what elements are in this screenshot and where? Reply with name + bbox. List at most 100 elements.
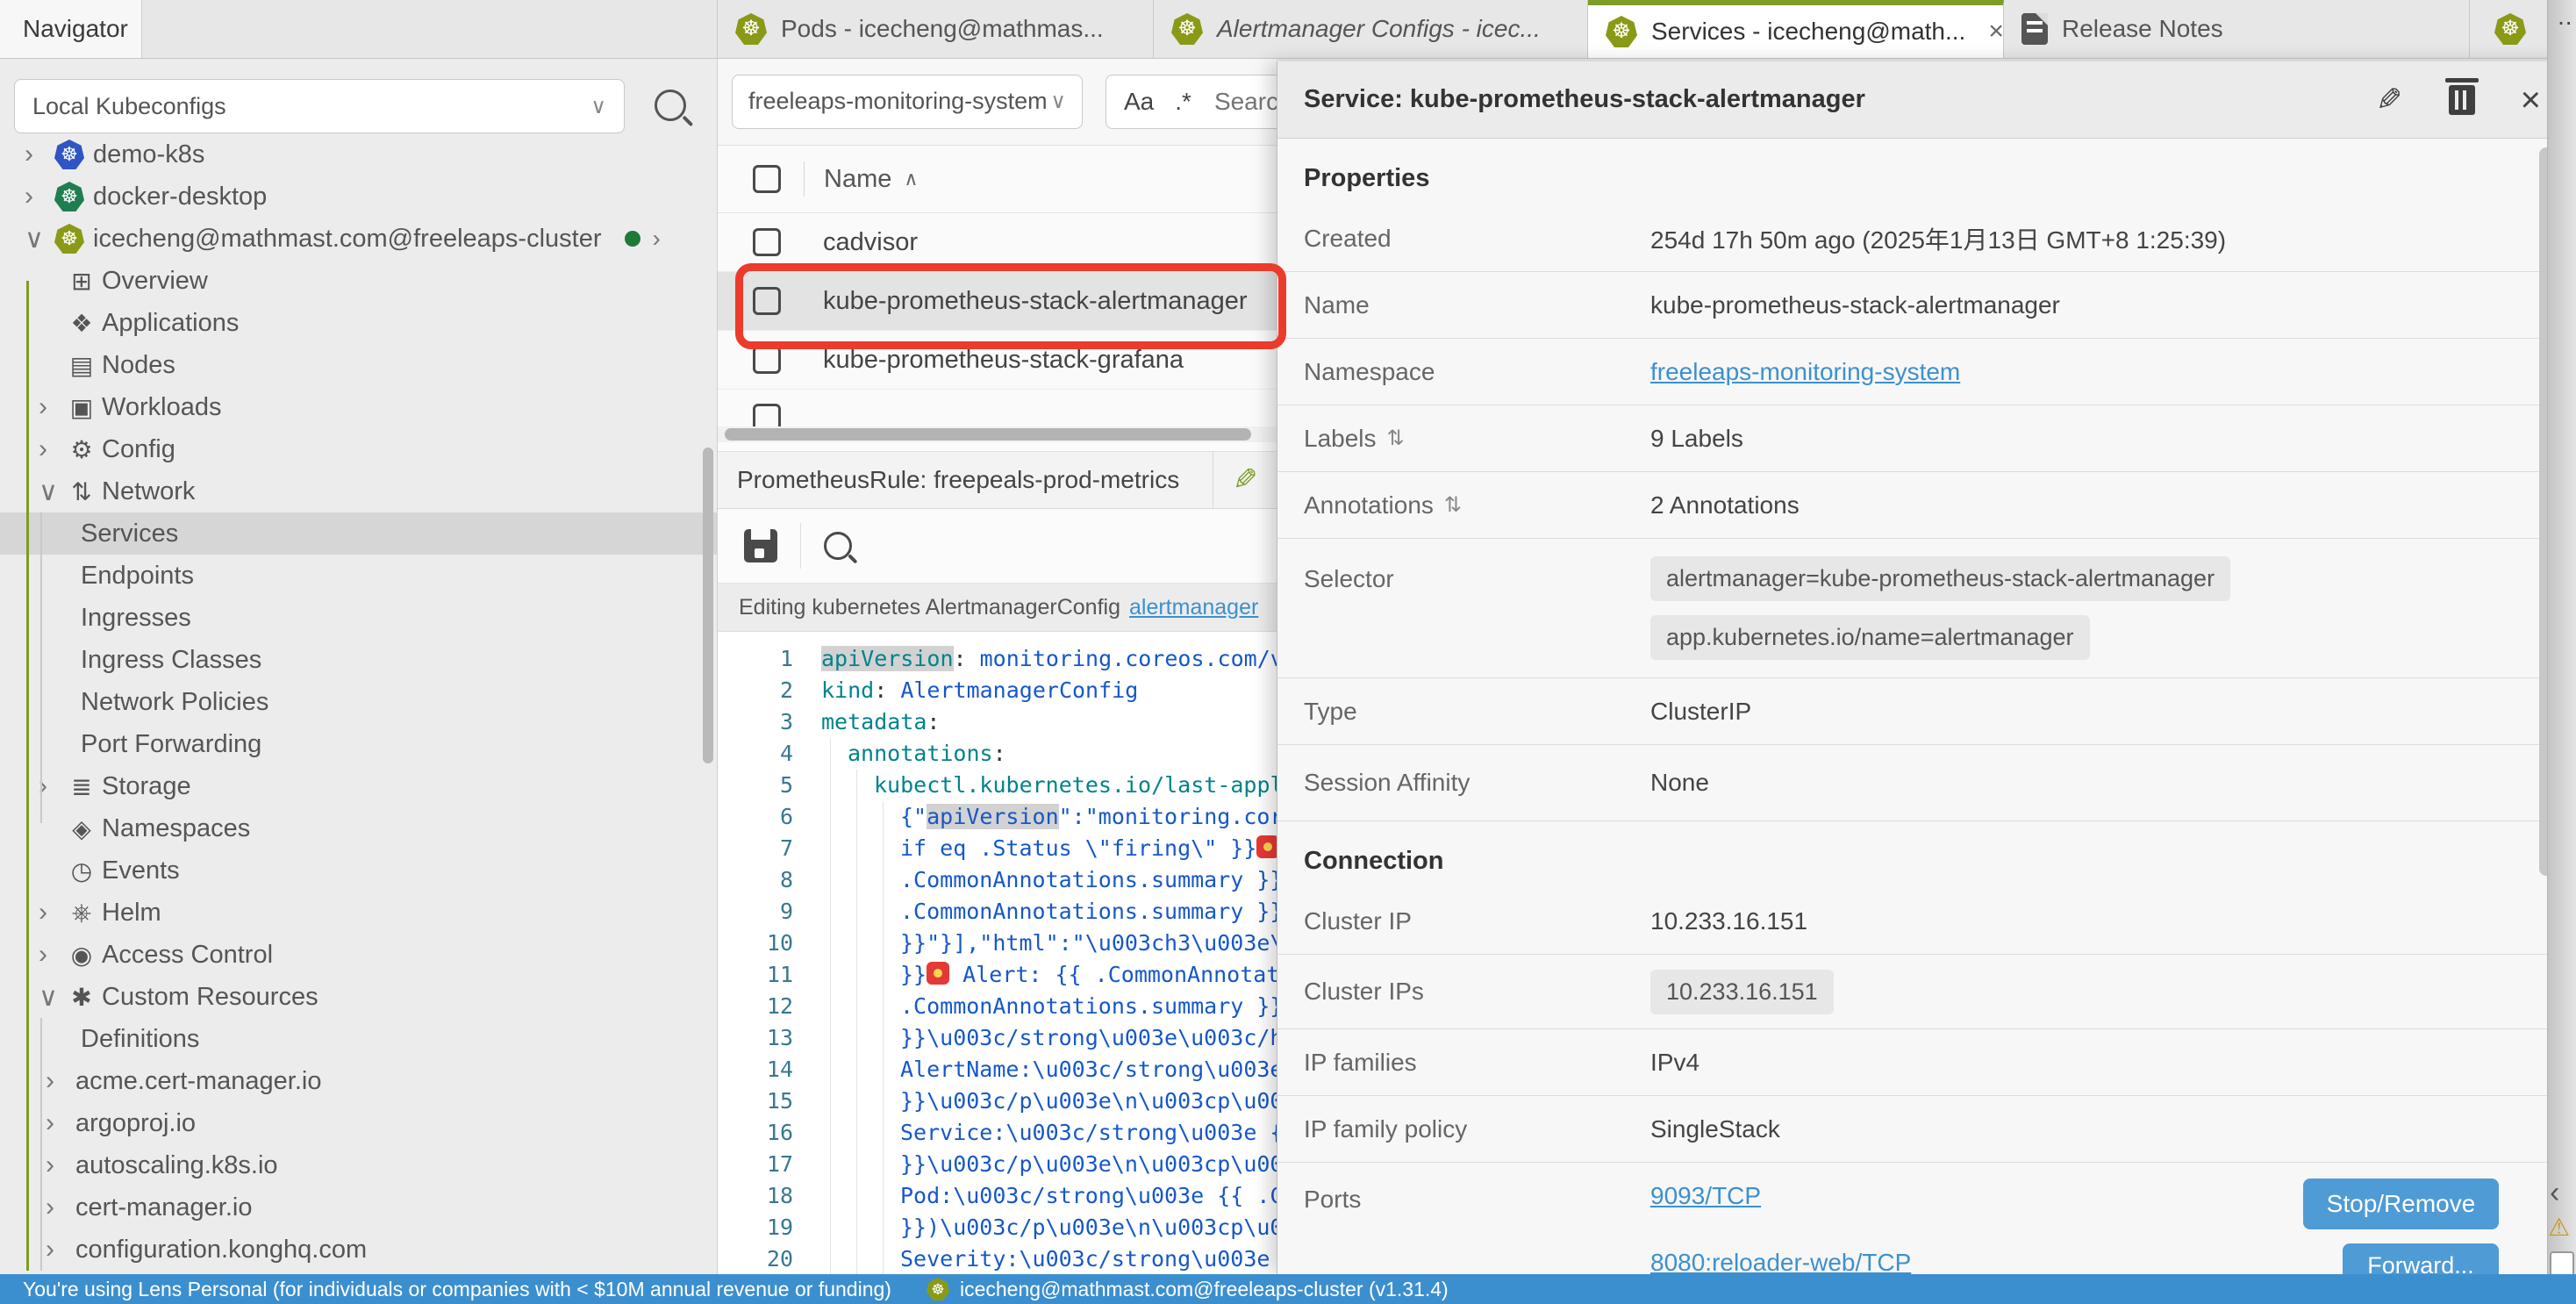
code-line[interactable]: 17}}\u003c/p\u003e\n\u003cp\u003 [718,1149,1277,1180]
chevron-icon[interactable]: › [39,940,68,970]
labels-count[interactable]: 9 Labels [1650,425,1743,453]
chevron-icon[interactable]: › [25,140,54,169]
tab-pods[interactable]: ☸ Pods - icecheng@mathmas... [718,0,1154,58]
sidebar-scrollbar[interactable] [703,448,713,763]
chevron-icon[interactable]: › [46,1193,75,1222]
tab-partial-clipped[interactable]: ☸ [2470,0,2548,58]
code-line[interactable]: 3metadata: [718,706,1277,738]
chevron-icon[interactable]: › [39,898,68,928]
edit-icon[interactable]: ✎ [2376,82,2402,118]
code-line[interactable]: 10}}"}],"html":"\u003ch3\u003e\u [718,928,1277,959]
chevron-icon[interactable]: › [25,182,54,211]
code-line[interactable]: 6{"apiVersion":"monitoring.core [718,801,1277,833]
forward-button[interactable]: Forward... [2343,1243,2499,1274]
sidebar-item[interactable]: › demo-k8s [0,133,717,176]
search-input[interactable] [1213,87,1277,117]
code-line[interactable]: 2kind: AlertmanagerConfig [718,675,1277,706]
edit-icon[interactable]: ✎ [1233,462,1258,498]
sidebar-item[interactable]: Ingress Classes [0,639,717,681]
sidebar-item[interactable]: › ◉ Access Control [0,934,717,976]
chevron-icon[interactable]: › [46,1066,75,1096]
sort-updown-icon[interactable]: ⇅ [1387,426,1405,451]
regex-toggle[interactable]: .* [1175,88,1191,116]
match-case-toggle[interactable]: Aa [1124,88,1154,116]
chevron-icon[interactable]: › [39,434,68,464]
table-row-partial[interactable] [718,390,1277,426]
chevron-icon[interactable]: › [46,1150,75,1180]
table-row[interactable]: kube-prometheus-stack-grafana [718,331,1277,390]
tab-close-icon[interactable]: × [1979,17,2004,47]
code-line[interactable]: 7if eq .Status \"firing\" }} [718,833,1277,864]
chevron-icon[interactable]: › [46,1108,75,1138]
code-line[interactable]: 5kubectl.kubernetes.io/last-appli [718,770,1277,801]
close-icon[interactable]: × [2521,82,2541,118]
sidebar-item[interactable]: ∨ ✱ Custom Resources [0,976,717,1018]
row-checkbox[interactable] [753,287,781,315]
sidebar-item[interactable]: › ≣ Storage [0,765,717,807]
chevron-icon[interactable]: ∨ [25,224,54,254]
code-line[interactable]: 1apiVersion: monitoring.coreos.com/v1 [718,643,1277,675]
annotations-count[interactable]: 2 Annotations [1650,491,1800,519]
sidebar-item[interactable]: ⊞ Overview [0,260,717,302]
sidebar-item[interactable]: ❖ Applications [0,302,717,344]
chevron-icon[interactable]: ∨ [39,476,68,507]
chevron-icon[interactable]: › [46,1235,75,1265]
chevron-icon[interactable]: › [39,771,68,801]
services-search-box[interactable]: Aa .* [1106,75,1277,129]
scrollbar-thumb[interactable] [725,428,1251,441]
port-link-9093[interactable]: 9093/TCP [1650,1182,1911,1210]
name-column-header[interactable]: Name ∧ [804,161,918,197]
sidebar-item[interactable]: › autoscaling.k8s.io [0,1144,717,1186]
code-line[interactable]: 12.CommonAnnotations.summary }} [718,991,1277,1022]
row-checkbox[interactable] [753,404,781,426]
sidebar-item[interactable]: Services [0,512,717,555]
sidebar-item[interactable]: ▤ Nodes [0,344,717,386]
breadcrumb-resource-link[interactable]: alertmanager [1129,595,1258,620]
sidebar-item[interactable]: › cert-manager.io [0,1186,717,1229]
sidebar-item[interactable]: ◷ Events [0,849,717,892]
namespace-link[interactable]: freeleaps-monitoring-system [1650,358,1960,385]
code-line[interactable]: 14AlertName:\u003c/strong\u003e [718,1054,1277,1085]
yaml-editor[interactable]: 1apiVersion: monitoring.coreos.com/v1 2k… [718,632,1277,1304]
sidebar-item[interactable]: Network Policies [0,681,717,723]
code-line[interactable]: 9.CommonAnnotations.summary }} [718,896,1277,928]
sidebar-item[interactable]: › ⚙ Config [0,428,717,470]
namespace-select[interactable]: freeleaps-monitoring-system ∨ [732,75,1083,129]
sidebar-item[interactable]: Endpoints [0,555,717,597]
kubeconfig-select[interactable]: Local Kubeconfigs ∨ [14,79,625,133]
code-line[interactable]: 4annotations: [718,738,1277,770]
sidebar-item[interactable]: Definitions [0,1018,717,1060]
row-checkbox[interactable] [753,228,781,256]
editor-dock-actions[interactable]: ✎ [1213,452,1277,508]
sidebar-item[interactable]: ∨ icecheng@mathmast.com@freeleaps-cluste… [0,218,717,260]
sidebar-item[interactable]: Port Forwarding [0,723,717,765]
stop-remove-button[interactable]: Stop/Remove [2303,1179,2499,1229]
table-row[interactable]: kube-prometheus-stack-alertmanager [718,272,1277,331]
sidebar-item[interactable]: ∨ ⇅ Network [0,470,717,512]
port-link-8080-reloader[interactable]: 8080:reloader-web/TCP [1650,1249,1911,1274]
code-line[interactable]: 8.CommonAnnotations.summary }} [718,864,1277,896]
table-row[interactable]: cadvisor [718,213,1277,272]
sidebar-item[interactable]: › acme.cert-manager.io [0,1060,717,1102]
search-icon[interactable] [824,532,852,560]
select-all-checkbox[interactable] [753,165,781,193]
chevron-icon[interactable]: ∨ [39,982,68,1013]
row-checkbox[interactable] [753,346,781,374]
delete-icon[interactable] [2449,85,2475,115]
sidebar-item[interactable]: › configuration.konghq.com [0,1229,717,1271]
chevron-icon[interactable]: › [39,392,68,422]
sidebar-item[interactable]: › argoproj.io [0,1102,717,1144]
code-line[interactable]: 18Pod:\u003c/strong\u003e {{ .Co [718,1180,1277,1212]
code-line[interactable]: 16Service:\u003c/strong\u003e { [718,1117,1277,1149]
sidebar-search-button[interactable] [655,90,686,125]
sidebar-item[interactable]: › ⎈ Helm [0,892,717,934]
sidebar-item[interactable]: ◈ Namespaces [0,807,717,849]
tab-services-active[interactable]: ☸ Services - icecheng@math... × [1588,0,2004,58]
code-line[interactable]: 11}} Alert: {{ .CommonAnnotati [718,959,1277,991]
code-line[interactable]: 15}}\u003c/p\u003e\n\u003cp\u003 [718,1085,1277,1117]
sort-updown-icon[interactable]: ⇅ [1444,492,1462,518]
sidebar-item[interactable]: › ▣ Workloads [0,386,717,428]
sidebar-item[interactable]: Ingresses [0,597,717,639]
tab-release-notes[interactable]: Release Notes [2004,0,2470,58]
tab-alertmanager-configs[interactable]: ☸ Alertmanager Configs - icec... [1154,0,1588,58]
